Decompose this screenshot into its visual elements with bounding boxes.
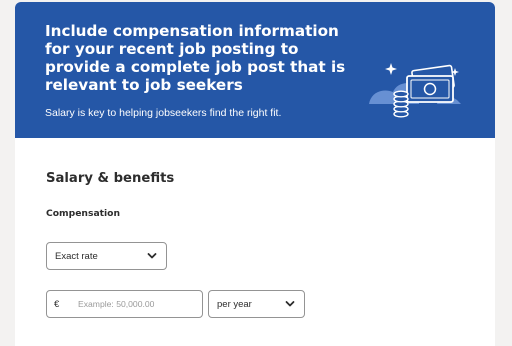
page: Include compensation information for you… [0, 0, 512, 346]
currency-symbol: € [54, 298, 60, 310]
pay-period-value: per year [217, 298, 252, 310]
section-title: Salary & benefits [46, 171, 175, 186]
banner-subtitle: Salary is key to helping jobseekers find… [45, 107, 282, 119]
salary-amount-input[interactable] [78, 299, 198, 309]
chevron-down-icon [147, 253, 157, 259]
salary-field[interactable]: € [46, 290, 203, 318]
rate-type-select[interactable]: Exact rate [46, 242, 167, 270]
pay-period-select[interactable]: per year [208, 290, 305, 318]
banner-title: Include compensation information for you… [45, 22, 346, 94]
chevron-down-icon [285, 301, 295, 307]
money-bills-coins-icon [369, 63, 461, 118]
compensation-banner: Include compensation information for you… [15, 2, 495, 138]
compensation-card: Include compensation information for you… [15, 2, 495, 346]
rate-type-value: Exact rate [55, 250, 98, 262]
compensation-label: Compensation [46, 208, 121, 219]
